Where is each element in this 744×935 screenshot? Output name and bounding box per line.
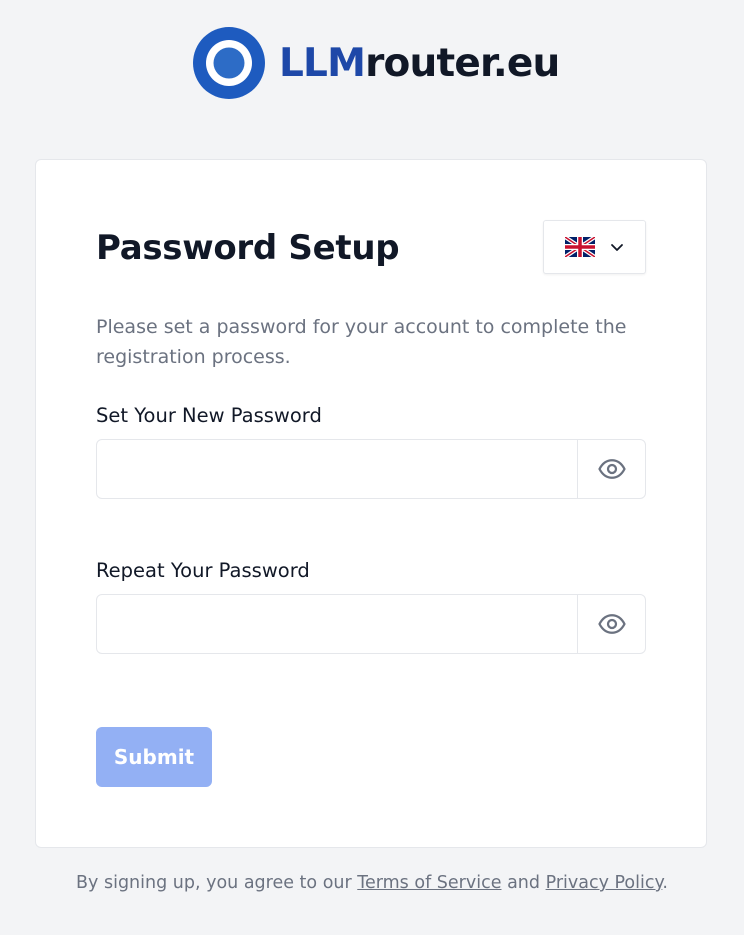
eye-icon [597, 459, 626, 479]
logo: LLMrouter.eu [193, 27, 560, 99]
repeat-password-input[interactable] [97, 595, 577, 653]
terms-notice-prefix: By signing up, you agree to our [76, 873, 352, 893]
chevron-down-icon [610, 244, 623, 251]
uk-flag-icon [564, 237, 595, 257]
terms-of-service-link[interactable]: Terms of Service [357, 873, 501, 893]
privacy-policy-link[interactable]: Privacy Policy [546, 873, 663, 893]
terms-notice: By signing up, you agree to our Terms of… [0, 873, 744, 893]
password-setup-page: LLMrouter.eu Password Setup Please set a… [0, 0, 744, 935]
toggle-new-password-visibility-button[interactable] [577, 440, 645, 498]
page-title: Password Setup [96, 228, 400, 268]
new-password-field [96, 439, 646, 499]
toggle-repeat-password-visibility-button[interactable] [577, 595, 645, 653]
logo-brand-text: LLM [279, 40, 366, 86]
terms-notice-and: and [507, 873, 540, 893]
form-description: Please set a password for your account t… [96, 316, 627, 368]
submit-button[interactable]: Submit [96, 727, 212, 787]
new-password-label: Set Your New Password [96, 404, 322, 427]
terms-notice-suffix: . [662, 873, 668, 893]
llmrouter-logo-icon [193, 27, 265, 99]
language-selector[interactable] [543, 220, 646, 274]
new-password-input[interactable] [97, 440, 577, 498]
logo-domain-text: router.eu [365, 40, 560, 86]
repeat-password-field [96, 594, 646, 654]
eye-icon [597, 614, 626, 634]
repeat-password-label: Repeat Your Password [96, 559, 310, 582]
logo-wordmark: LLMrouter.eu [279, 44, 560, 83]
